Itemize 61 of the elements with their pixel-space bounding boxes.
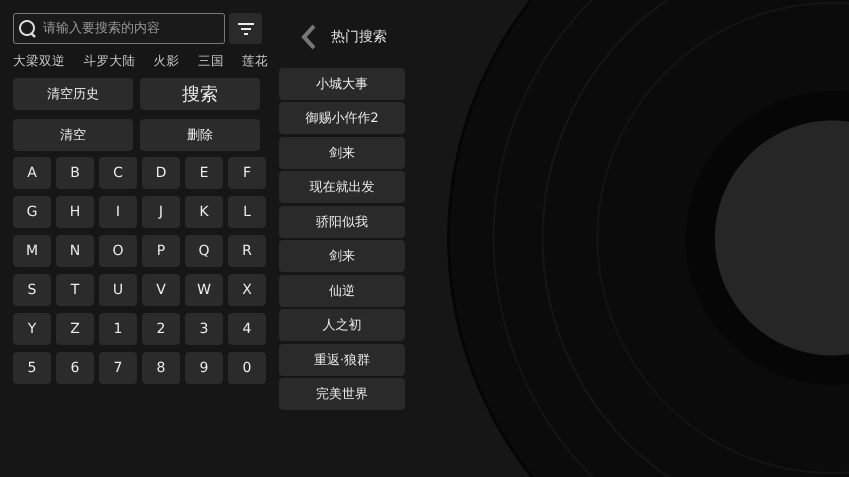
- key-button[interactable]: H: [56, 196, 94, 228]
- key-button[interactable]: A: [13, 157, 51, 189]
- key-button[interactable]: K: [185, 196, 223, 228]
- history-tag[interactable]: 大梁双逆: [13, 53, 65, 70]
- key-button[interactable]: 8: [142, 352, 180, 384]
- history-tag[interactable]: 火影: [154, 53, 180, 70]
- key-button[interactable]: 0: [228, 352, 266, 384]
- filter-button[interactable]: [229, 13, 262, 44]
- hot-search-item[interactable]: 完美世界: [279, 378, 405, 410]
- hot-search-item[interactable]: 现在就出发: [279, 171, 405, 203]
- key-button[interactable]: T: [56, 274, 94, 306]
- key-button[interactable]: O: [99, 235, 137, 267]
- key-button[interactable]: 7: [99, 352, 137, 384]
- hot-search-item[interactable]: 小城大事: [279, 68, 405, 100]
- hot-search-item[interactable]: 剑来: [279, 136, 405, 168]
- key-button[interactable]: 2: [142, 313, 180, 345]
- key-button[interactable]: 9: [185, 352, 223, 384]
- hot-search-item[interactable]: 仙逆: [279, 274, 405, 306]
- key-button[interactable]: Q: [185, 235, 223, 267]
- key-button[interactable]: C: [99, 157, 137, 189]
- action-button[interactable]: 清空历史: [13, 78, 133, 110]
- key-button[interactable]: Y: [13, 313, 51, 345]
- key-button[interactable]: J: [142, 196, 180, 228]
- filter-icon: [238, 22, 254, 34]
- key-button[interactable]: 5: [13, 352, 51, 384]
- key-button[interactable]: 6: [56, 352, 94, 384]
- history-tag[interactable]: 斗罗大陆: [83, 53, 136, 70]
- key-button[interactable]: S: [13, 274, 51, 306]
- search-field[interactable]: 请输入要搜索的内容: [13, 13, 225, 44]
- key-button[interactable]: W: [185, 274, 223, 306]
- key-button[interactable]: R: [228, 235, 266, 267]
- key-button[interactable]: V: [142, 274, 180, 306]
- key-button[interactable]: D: [142, 157, 180, 189]
- action-button[interactable]: 清空: [13, 119, 133, 151]
- back-icon[interactable]: [301, 24, 317, 50]
- key-button[interactable]: 3: [185, 313, 223, 345]
- key-button[interactable]: N: [56, 235, 94, 267]
- key-button[interactable]: P: [142, 235, 180, 267]
- hot-search-item[interactable]: 人之初: [279, 309, 405, 341]
- history-tag[interactable]: 三国: [198, 53, 224, 70]
- hot-search-item[interactable]: 剑来: [279, 240, 405, 272]
- key-button[interactable]: F: [228, 157, 266, 189]
- hot-search-item[interactable]: 御赐小仵作2: [279, 102, 405, 134]
- key-button[interactable]: 4: [228, 313, 266, 345]
- key-button[interactable]: I: [99, 196, 137, 228]
- key-button[interactable]: 1: [99, 313, 137, 345]
- key-button[interactable]: M: [13, 235, 51, 267]
- hot-search-item[interactable]: 骄阳似我: [279, 206, 405, 238]
- hot-search-item[interactable]: 重返·狼群: [279, 344, 405, 376]
- search-icon: [18, 19, 38, 39]
- key-button[interactable]: L: [228, 196, 266, 228]
- action-button[interactable]: 搜索: [140, 78, 260, 110]
- action-button[interactable]: 删除: [140, 119, 260, 151]
- key-button[interactable]: B: [56, 157, 94, 189]
- key-button[interactable]: E: [185, 157, 223, 189]
- key-button[interactable]: G: [13, 196, 51, 228]
- history-tag[interactable]: 莲花: [242, 53, 268, 70]
- key-button[interactable]: Z: [56, 313, 94, 345]
- key-button[interactable]: U: [99, 274, 137, 306]
- hot-search-title: 热门搜索: [331, 28, 387, 46]
- key-button[interactable]: X: [228, 274, 266, 306]
